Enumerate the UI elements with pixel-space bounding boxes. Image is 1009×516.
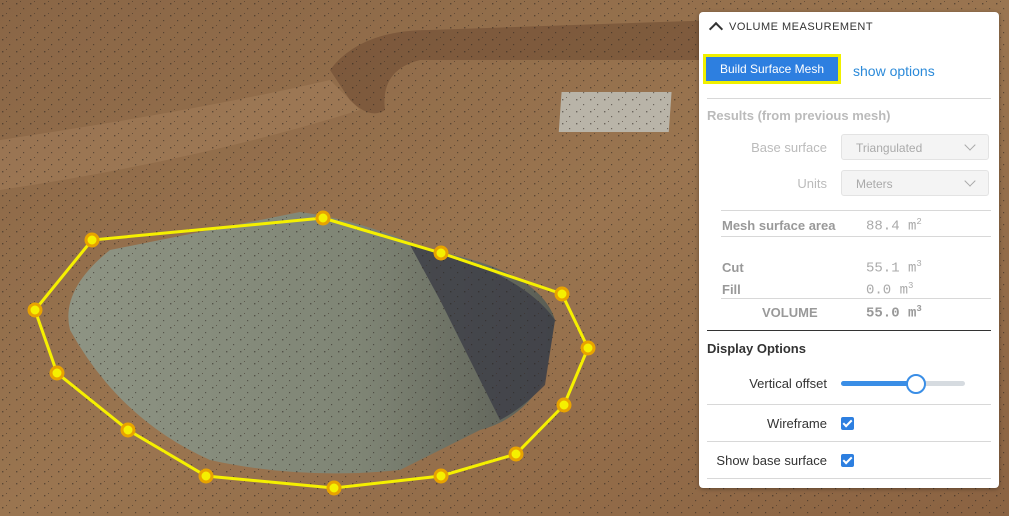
results-title: Results (from previous mesh) [707,108,891,123]
show-base-surface-checkbox[interactable] [841,454,854,467]
fill-label: Fill [722,282,741,297]
volume-measurement-panel: VOLUME MEASUREMENT Build Surface Mesh sh… [699,12,999,488]
build-surface-mesh-button[interactable]: Build Surface Mesh [703,54,841,84]
panel-title: VOLUME MEASUREMENT [729,21,874,33]
vertex-handle[interactable] [508,446,524,462]
divider [707,478,991,479]
wireframe-checkbox[interactable] [841,417,854,430]
volume-label: VOLUME [762,305,818,320]
units-select[interactable]: Meters [841,170,989,196]
vertex-handle[interactable] [326,480,342,496]
vertical-offset-slider[interactable] [841,374,965,394]
divider [721,236,991,237]
vertex-handle[interactable] [556,397,572,413]
vertex-handle[interactable] [580,340,596,356]
vertex-handle[interactable] [84,232,100,248]
mesh-area-value: 88.4 m2 [866,217,922,235]
divider [721,210,991,211]
panel-header[interactable]: VOLUME MEASUREMENT [708,20,874,37]
cut-value: 55.1 m3 [866,259,922,277]
wireframe-label: Wireframe [767,416,827,431]
vertex-handle[interactable] [27,302,43,318]
vertex-handle[interactable] [433,468,449,484]
divider [721,298,991,299]
chevron-down-icon [964,139,976,151]
vertex-handle[interactable] [198,468,214,484]
vertical-offset-label: Vertical offset [749,376,827,391]
fill-value: 0.0 m3 [866,281,914,299]
display-options-title: Display Options [707,341,806,356]
show-base-surface-label: Show base surface [716,453,827,468]
base-surface-select[interactable]: Triangulated [841,134,989,160]
divider [707,441,991,442]
vertex-handle[interactable] [433,245,449,261]
vertex-handle[interactable] [120,422,136,438]
chevron-up-icon[interactable] [708,21,724,37]
base-surface-value: Triangulated [856,141,923,155]
units-label: Units [797,176,827,191]
cut-label: Cut [722,260,744,275]
units-value: Meters [856,177,893,191]
vertex-handle[interactable] [315,210,331,226]
slider-fill [841,381,916,386]
base-surface-label: Base surface [751,140,827,155]
volume-value: 55.0 m3 [866,304,922,322]
vertex-handle[interactable] [554,286,570,302]
divider [707,404,991,405]
chevron-down-icon [964,175,976,187]
slider-knob[interactable] [906,374,927,394]
vertex-handle[interactable] [49,365,65,381]
divider [707,330,991,331]
show-options-link[interactable]: show options [853,63,935,79]
divider [707,98,991,99]
mesh-area-label: Mesh surface area [722,218,836,233]
